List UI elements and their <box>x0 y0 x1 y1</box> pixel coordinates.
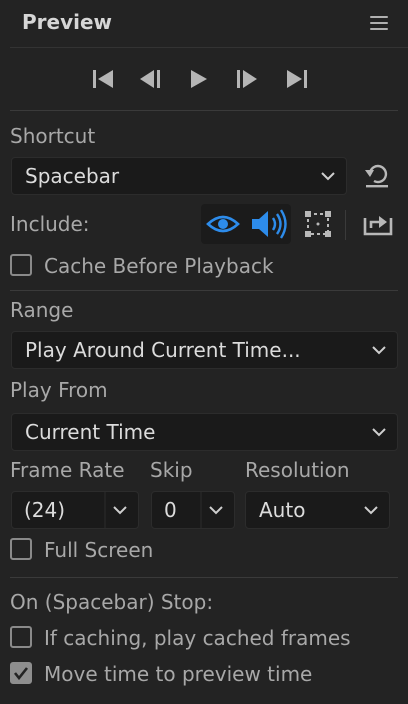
combobox-divider <box>104 492 106 528</box>
speaker-icon <box>252 209 287 239</box>
full-screen-label[interactable]: Full Screen <box>44 538 153 562</box>
play-from-value: Current Time <box>25 420 156 444</box>
on-stop-label: On (Spacebar) Stop: <box>10 590 214 614</box>
include-label: Include: <box>10 212 90 236</box>
chevron-down-icon[interactable] <box>208 503 224 517</box>
skip-combobox[interactable]: 0 <box>151 491 235 529</box>
step-forward-icon <box>237 70 257 88</box>
include-audio-toggle[interactable] <box>248 205 290 243</box>
skip-value[interactable]: 0 <box>164 498 177 522</box>
full-screen-checkbox[interactable] <box>10 538 32 560</box>
range-label: Range <box>10 298 74 322</box>
play-cached-frames-label[interactable]: If caching, play cached frames <box>44 626 351 650</box>
play-cached-frames-checkbox[interactable] <box>10 626 32 648</box>
resolution-dropdown[interactable]: Auto <box>245 491 390 529</box>
panel-header: Preview <box>0 0 408 48</box>
transport-controls <box>0 62 408 96</box>
skip-label: Skip <box>150 458 193 482</box>
move-time-label[interactable]: Move time to preview time <box>44 662 312 686</box>
chevron-down-icon <box>321 172 335 181</box>
overlay-frame-icon <box>305 211 331 237</box>
shortcut-label: Shortcut <box>10 124 96 148</box>
next-frame-button[interactable] <box>230 62 264 96</box>
range-value: Play Around Current Time... <box>25 338 301 362</box>
hamburger-menu-icon[interactable] <box>370 16 388 32</box>
checkmark-icon <box>13 667 29 681</box>
play-icon <box>191 70 207 88</box>
play-button[interactable] <box>182 62 216 96</box>
chevron-down-icon <box>364 506 378 515</box>
section-divider <box>10 110 398 111</box>
include-divider <box>345 210 346 240</box>
chevron-down-icon <box>372 428 386 437</box>
shortcut-dropdown[interactable]: Spacebar <box>11 157 347 195</box>
include-video-toggle[interactable] <box>204 207 242 241</box>
frame-rate-combobox[interactable]: (24) <box>11 491 139 529</box>
eye-icon <box>206 215 240 233</box>
first-frame-button[interactable] <box>87 62 121 96</box>
resolution-label: Resolution <box>245 458 350 482</box>
cache-before-playback-checkbox[interactable] <box>10 254 32 276</box>
reset-icon <box>365 164 388 188</box>
chevron-down-icon[interactable] <box>112 503 128 517</box>
previous-frame-button[interactable] <box>133 62 167 96</box>
frame-rate-label: Frame Rate <box>10 458 125 482</box>
section-divider <box>10 577 398 578</box>
cache-before-playback-label[interactable]: Cache Before Playback <box>44 254 274 278</box>
include-overlays-toggle[interactable] <box>302 208 334 240</box>
last-frame-button[interactable] <box>279 62 313 96</box>
skip-to-end-icon <box>287 70 307 88</box>
layer-controls-icon <box>363 216 393 236</box>
chevron-down-icon <box>372 346 386 355</box>
panel-title: Preview <box>22 10 113 34</box>
header-divider <box>10 47 408 48</box>
range-dropdown[interactable]: Play Around Current Time... <box>11 331 398 369</box>
play-from-label: Play From <box>10 378 108 402</box>
frame-rate-value[interactable]: (24) <box>24 498 65 522</box>
step-back-icon <box>140 70 160 88</box>
section-divider <box>10 290 398 291</box>
play-from-dropdown[interactable]: Current Time <box>11 413 398 451</box>
preview-panel: Preview Shortcut Spacebar Include: Cache… <box>0 0 408 704</box>
combobox-divider <box>200 492 202 528</box>
move-time-checkbox[interactable] <box>10 662 32 684</box>
resolution-value: Auto <box>259 498 306 522</box>
skip-to-start-icon <box>93 70 113 88</box>
reset-shortcut-button[interactable] <box>362 160 392 190</box>
shortcut-value: Spacebar <box>25 164 120 188</box>
include-layer-controls-toggle[interactable] <box>362 208 394 240</box>
